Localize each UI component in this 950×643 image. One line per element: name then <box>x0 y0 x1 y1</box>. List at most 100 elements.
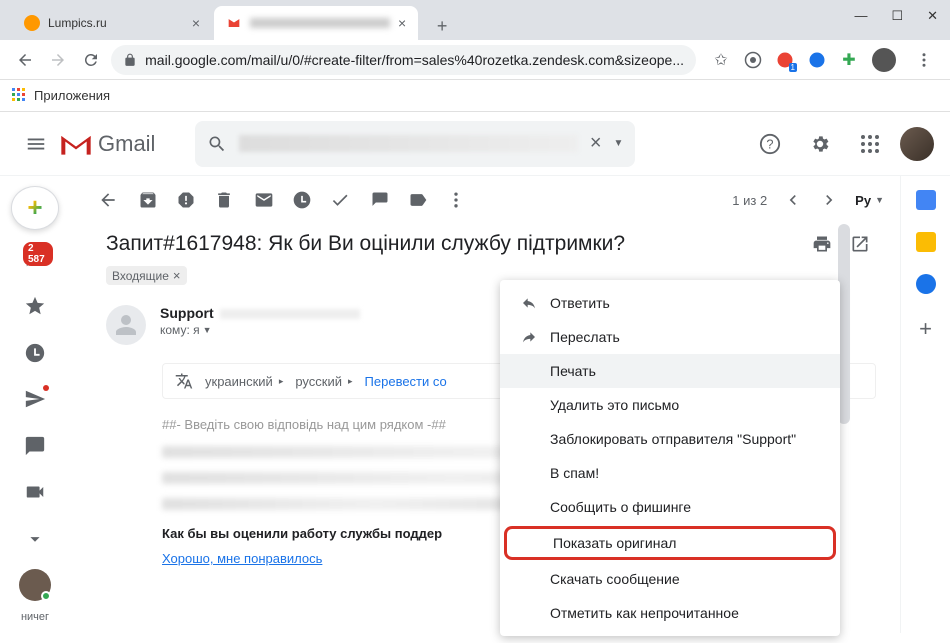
meet-button[interactable] <box>17 476 53 509</box>
menu-forward[interactable]: Переслать <box>500 320 840 354</box>
url-input[interactable]: mail.google.com/mail/u/0/#create-filter/… <box>111 45 696 75</box>
add-task-button[interactable] <box>330 190 350 210</box>
chat-button[interactable] <box>17 430 53 463</box>
google-apps-button[interactable] <box>850 124 890 164</box>
profile-avatar[interactable] <box>872 48 896 72</box>
extension-icon[interactable]: 1 <box>776 51 794 69</box>
account-avatar[interactable] <box>900 127 934 161</box>
snooze-button[interactable] <box>292 190 312 210</box>
tab-favicon <box>24 15 40 31</box>
labels-button[interactable] <box>408 190 428 210</box>
mark-unread-button[interactable] <box>254 190 274 210</box>
keep-addon-button[interactable] <box>916 232 936 252</box>
archive-button[interactable] <box>138 190 158 210</box>
tab-title <box>250 18 390 28</box>
move-button[interactable] <box>370 190 390 210</box>
forward-icon <box>520 329 538 345</box>
menu-mark-unread[interactable]: Отметить как непрочитанное <box>500 596 840 630</box>
extension-icon[interactable]: ✚ <box>840 51 858 69</box>
sender-avatar[interactable] <box>106 305 146 345</box>
menu-spam[interactable]: В спам! <box>500 456 840 490</box>
menu-delete[interactable]: Удалить это письмо <box>500 388 840 422</box>
menu-download[interactable]: Скачать сообщение <box>500 562 840 596</box>
translate-from[interactable]: украинский▸ <box>205 374 283 389</box>
new-tab-button[interactable]: + <box>428 12 456 40</box>
browser-tab-strip: Lumpics.ru × × + <box>0 0 950 40</box>
bookmarks-bar: Приложения <box>0 80 950 112</box>
message-counter: 1 из 2 <box>732 193 767 208</box>
menu-show-original[interactable]: Показать оригинал <box>504 526 836 560</box>
svg-text:?: ? <box>766 136 773 151</box>
search-box[interactable]: × ▼ <box>195 121 635 167</box>
browser-tab[interactable]: Lumpics.ru × <box>12 6 212 40</box>
reply-icon <box>520 295 538 311</box>
clear-search-button[interactable]: × <box>590 132 602 155</box>
translate-to[interactable]: русский▸ <box>295 374 352 389</box>
chip-close-icon[interactable]: × <box>173 268 181 283</box>
browser-menu-button[interactable] <box>910 46 938 74</box>
more-actions-button[interactable] <box>446 190 466 210</box>
main-menu-button[interactable] <box>16 124 56 164</box>
sender-name: Support <box>160 305 214 321</box>
close-icon[interactable]: × <box>192 15 200 31</box>
browser-tab-active[interactable]: × <box>214 6 418 40</box>
delete-button[interactable] <box>214 190 234 210</box>
bookmark-label: Приложения <box>34 88 110 103</box>
sidebar-status-text: ничег <box>21 611 49 623</box>
online-indicator <box>41 591 51 601</box>
close-icon[interactable]: × <box>398 15 406 31</box>
reload-button[interactable] <box>78 46 103 74</box>
search-input[interactable] <box>239 135 577 152</box>
translate-icon <box>175 372 193 390</box>
hangouts-avatar[interactable] <box>19 569 51 601</box>
close-window-button[interactable]: ✕ <box>927 8 938 24</box>
minimize-button[interactable]: — <box>854 8 867 24</box>
inbox-badge: 2 587 <box>23 242 53 266</box>
back-to-inbox-button[interactable] <box>98 190 118 210</box>
tasks-addon-button[interactable] <box>916 274 936 294</box>
inbox-button[interactable]: 2 587 <box>17 244 53 277</box>
email-toolbar: 1 из 2 Ру▼ <box>82 176 900 224</box>
inbox-chip[interactable]: Входящие × <box>106 266 187 285</box>
menu-print[interactable]: Печать <box>500 354 840 388</box>
input-lang-switch[interactable]: Ру▼ <box>855 193 884 208</box>
gmail-favicon <box>226 15 242 31</box>
forward-button[interactable] <box>45 46 70 74</box>
menu-reply[interactable]: Ответить <box>500 286 840 320</box>
starred-button[interactable] <box>17 290 53 323</box>
search-options-button[interactable]: ▼ <box>614 138 624 149</box>
addons-side-panel: + <box>900 176 950 633</box>
more-button[interactable] <box>17 523 53 556</box>
gmail-brand-text: Gmail <box>98 131 155 157</box>
settings-button[interactable] <box>800 124 840 164</box>
calendar-addon-button[interactable] <box>916 190 936 210</box>
extension-icon[interactable] <box>744 51 762 69</box>
get-addons-button[interactable]: + <box>919 316 932 342</box>
next-message-button[interactable] <box>819 190 839 210</box>
print-button[interactable] <box>812 234 832 254</box>
extension-icon[interactable] <box>808 51 826 69</box>
compose-button[interactable]: + <box>11 186 59 230</box>
snoozed-button[interactable] <box>17 337 53 370</box>
back-button[interactable] <box>12 46 37 74</box>
apps-bookmark[interactable]: Приложения <box>12 88 110 104</box>
search-icon <box>207 134 227 154</box>
translate-action[interactable]: Перевести со <box>365 374 447 389</box>
spam-button[interactable] <box>176 190 196 210</box>
open-window-button[interactable] <box>850 234 870 254</box>
support-button[interactable]: ? <box>750 124 790 164</box>
star-icon[interactable]: ✩ <box>712 51 730 69</box>
gmail-icon <box>60 132 92 156</box>
url-text: mail.google.com/mail/u/0/#create-filter/… <box>145 52 684 68</box>
menu-phishing[interactable]: Сообщить о фишинге <box>500 490 840 524</box>
sidebar: + 2 587 ничег <box>0 176 70 633</box>
gmail-logo[interactable]: Gmail <box>60 131 155 157</box>
chip-label: Входящие <box>112 269 169 283</box>
address-bar: mail.google.com/mail/u/0/#create-filter/… <box>0 40 950 80</box>
sender-email-redacted <box>220 309 360 319</box>
maximize-button[interactable]: ☐ <box>891 8 903 24</box>
email-subject: Запит#1617948: Як би Ви оцінили службу п… <box>106 232 876 256</box>
menu-block[interactable]: Заблокировать отправителя "Support" <box>500 422 840 456</box>
prev-message-button[interactable] <box>783 190 803 210</box>
sent-button[interactable] <box>17 383 53 416</box>
